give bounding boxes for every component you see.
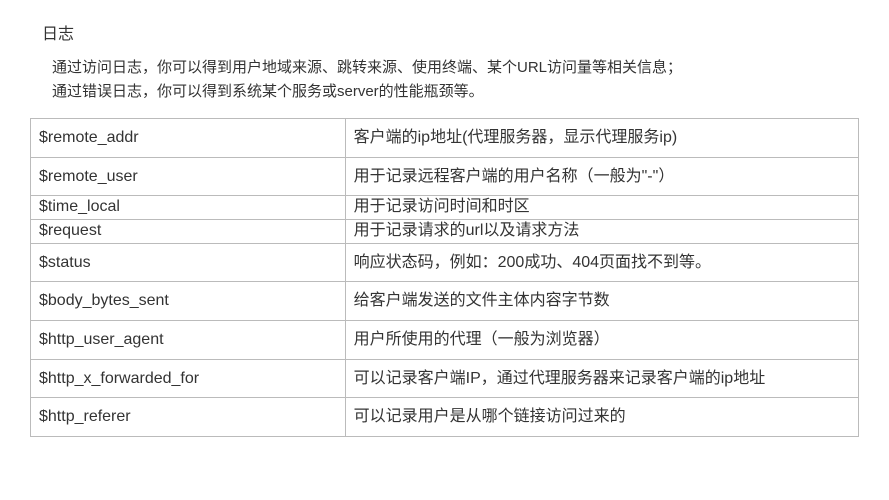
- description-cell: 客户端的ip地址(代理服务器，显示代理服务ip): [345, 119, 858, 158]
- log-variables-table: $remote_addr客户端的ip地址(代理服务器，显示代理服务ip)$rem…: [30, 118, 859, 437]
- page-title: 日志: [42, 20, 859, 44]
- description-line-1: 通过访问日志，你可以得到用户地域来源、跳转来源、使用终端、某个URL访问量等相关…: [52, 59, 682, 76]
- description-cell: 用于记录访问时间和时区: [345, 196, 858, 220]
- variable-cell: $http_x_forwarded_for: [31, 359, 346, 398]
- variable-cell: $request: [31, 219, 346, 243]
- table-row: $request用于记录请求的url以及请求方法: [31, 219, 859, 243]
- table-row: $http_user_agent用户所使用的代理（一般为浏览器）: [31, 320, 859, 359]
- table-row: $status响应状态码，例如：200成功、404页面找不到等。: [31, 243, 859, 282]
- variable-cell: $time_local: [31, 196, 346, 220]
- description-cell: 可以记录用户是从哪个链接访问过来的: [345, 398, 858, 437]
- description-cell: 用于记录远程客户端的用户名称（一般为"-"）: [345, 157, 858, 196]
- variable-cell: $body_bytes_sent: [31, 282, 346, 321]
- description-cell: 用于记录请求的url以及请求方法: [345, 219, 858, 243]
- description-cell: 响应状态码，例如：200成功、404页面找不到等。: [345, 243, 858, 282]
- description-cell: 给客户端发送的文件主体内容字节数: [345, 282, 858, 321]
- variable-cell: $http_referer: [31, 398, 346, 437]
- table-row: $time_local用于记录访问时间和时区: [31, 196, 859, 220]
- variable-cell: $status: [31, 243, 346, 282]
- description-line-2: 通过错误日志，你可以得到系统某个服务或server的性能瓶颈等。: [52, 83, 484, 100]
- variable-cell: $remote_user: [31, 157, 346, 196]
- table-row: $remote_user用于记录远程客户端的用户名称（一般为"-"）: [31, 157, 859, 196]
- description-block: 通过访问日志，你可以得到用户地域来源、跳转来源、使用终端、某个URL访问量等相关…: [52, 56, 859, 104]
- variable-cell: $remote_addr: [31, 119, 346, 158]
- description-cell: 用户所使用的代理（一般为浏览器）: [345, 320, 858, 359]
- table-row: $http_x_forwarded_for可以记录客户端IP，通过代理服务器来记…: [31, 359, 859, 398]
- table-row: $remote_addr客户端的ip地址(代理服务器，显示代理服务ip): [31, 119, 859, 158]
- variable-cell: $http_user_agent: [31, 320, 346, 359]
- table-row: $http_referer可以记录用户是从哪个链接访问过来的: [31, 398, 859, 437]
- description-cell: 可以记录客户端IP，通过代理服务器来记录客户端的ip地址: [345, 359, 858, 398]
- table-row: $body_bytes_sent给客户端发送的文件主体内容字节数: [31, 282, 859, 321]
